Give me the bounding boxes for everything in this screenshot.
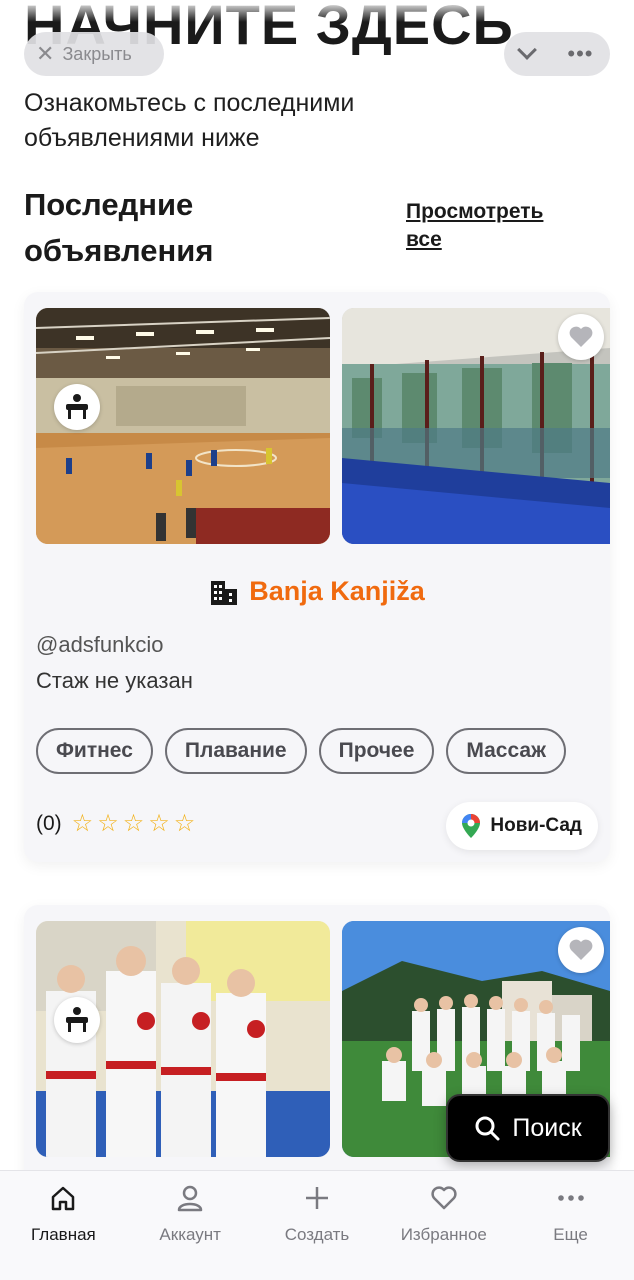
nav-item-more[interactable]: Еще <box>507 1171 634 1280</box>
search-button[interactable]: Поиск <box>446 1094 610 1162</box>
nav-item-create[interactable]: Создать <box>254 1171 381 1280</box>
tag-chip[interactable]: Массаж <box>446 728 566 774</box>
map-pin-icon <box>462 814 481 838</box>
plus-icon <box>303 1183 331 1213</box>
venue-name[interactable]: Banja Kanjiža <box>249 576 425 607</box>
star-icon: ☆ <box>122 810 145 837</box>
massage-icon <box>66 394 88 419</box>
tag-chip[interactable]: Плавание <box>164 728 307 774</box>
favorite-button[interactable] <box>558 927 604 973</box>
rating-count: (0) <box>36 812 62 835</box>
category-badge <box>54 384 100 430</box>
star-icon: ☆ <box>148 810 170 837</box>
heart-icon <box>569 939 593 960</box>
nav-label: Главная <box>31 1225 96 1244</box>
star-icon: ☆ <box>97 810 119 837</box>
star-icon: ☆ <box>71 810 94 837</box>
user-icon <box>176 1183 204 1213</box>
nav-item-favorites[interactable]: Избранное <box>380 1171 507 1280</box>
search-icon <box>475 1116 500 1141</box>
tag-chip[interactable]: Прочее <box>318 728 435 774</box>
hero-subtitle: Ознакомьтесь с последними объявлениями н… <box>24 89 355 152</box>
nav-label: Избранное <box>400 1225 487 1244</box>
close-icon: ✕ <box>36 41 55 66</box>
browser-menu-pill[interactable]: ••• <box>504 32 610 76</box>
building-icon <box>211 580 238 605</box>
rating: (0) ☆ ☆ ☆ ☆ ☆ <box>36 812 195 836</box>
nav-label: Еще <box>553 1225 588 1244</box>
tag-list: Фитнес Плавание Прочее Массаж <box>36 728 566 774</box>
massage-icon <box>66 1007 88 1032</box>
bottom-nav: Главная Аккаунт Создать Избранное Еще <box>0 1170 634 1280</box>
listing-photo-karate[interactable] <box>36 921 330 1157</box>
listing-photo-pool[interactable] <box>342 308 610 544</box>
close-label: Закрыть <box>62 43 132 64</box>
star-icon: ☆ <box>173 810 196 837</box>
heart-icon <box>430 1183 458 1213</box>
heart-icon <box>569 326 593 347</box>
close-button[interactable]: ✕ Закрыть <box>24 32 164 76</box>
tag-chip[interactable]: Фитнес <box>36 728 153 774</box>
home-icon <box>49 1183 77 1213</box>
category-badge <box>54 997 100 1043</box>
listing-experience: Стаж не указан <box>36 668 193 693</box>
more-options-icon[interactable]: ••• <box>567 43 593 65</box>
listing-card[interactable]: Banja Kanjiža @adsfunkcio Стаж не указан… <box>24 292 610 862</box>
chevron-down-icon[interactable] <box>517 40 538 60</box>
location-pill[interactable]: Нови-Сад <box>446 802 598 850</box>
star-rating: ☆ ☆ ☆ ☆ ☆ <box>72 812 196 836</box>
nav-label: Аккаунт <box>159 1225 221 1244</box>
more-icon <box>556 1183 586 1213</box>
favorite-button[interactable] <box>558 314 604 360</box>
listing-photo-gym[interactable] <box>36 308 330 544</box>
nav-item-account[interactable]: Аккаунт <box>127 1171 254 1280</box>
venue-title[interactable]: Banja Kanjiža <box>24 576 610 607</box>
view-all-link[interactable]: Просмотреть все <box>406 198 576 254</box>
location-label: Нови-Сад <box>490 815 582 836</box>
hero-fade <box>0 0 634 22</box>
nav-item-home[interactable]: Главная <box>0 1171 127 1280</box>
listing-username: @adsfunkcio <box>36 632 164 657</box>
nav-label: Создать <box>284 1225 350 1244</box>
section-title: Последние объявления <box>24 187 214 268</box>
search-button-label: Поиск <box>512 1113 582 1142</box>
